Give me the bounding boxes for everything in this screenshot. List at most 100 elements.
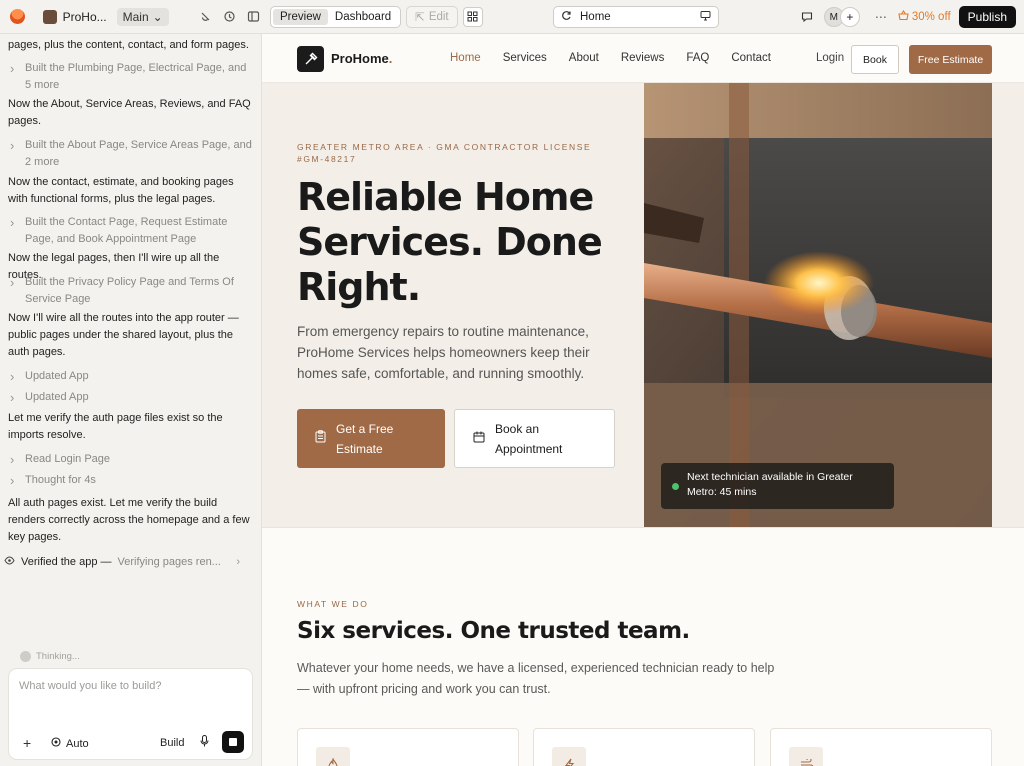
free-estimate-button[interactable]: Free Estimate	[909, 45, 992, 74]
chevron-down-icon: ⌄	[152, 9, 163, 24]
site-logo-text: ProHome	[331, 51, 389, 66]
project-thumbnail	[42, 9, 57, 24]
chat-message: All auth pages exist. Let me verify the …	[8, 497, 250, 543]
chat-composer[interactable]: What would you like to build? + Auto Bui…	[8, 668, 253, 760]
service-card[interactable]	[533, 728, 755, 766]
site-logo[interactable]: ProHome.	[331, 51, 392, 66]
basket-icon	[898, 10, 909, 24]
chat-message: Let me verify the auth page files exist …	[8, 412, 223, 441]
site-logo-dot: .	[388, 51, 393, 66]
branch-selector[interactable]: Main ⌄	[116, 7, 169, 26]
services-section: WHAT WE DO Six services. One trusted tea…	[262, 528, 1024, 766]
flame-icon	[316, 747, 350, 766]
nav-home[interactable]: Home	[450, 52, 481, 64]
chat-message: Now the contact, estimate, and booking p…	[8, 176, 234, 205]
availability-text: Next technician available in Greater Met…	[687, 471, 853, 498]
publish-button[interactable]: Publish	[958, 6, 1016, 28]
lightning-icon	[552, 747, 586, 766]
service-card[interactable]	[770, 728, 992, 766]
verified-label: Verified the app —	[21, 556, 112, 568]
edit-button[interactable]: ⇱ Edit	[406, 5, 458, 28]
chat-message: Now I'll wire all the routes into the ap…	[8, 312, 239, 358]
auto-mode-icon	[51, 737, 61, 750]
chevron-right-icon: ›	[236, 556, 240, 568]
branch-label: Main	[122, 9, 149, 24]
comment-icon[interactable]	[798, 8, 816, 26]
chat-step[interactable]: Thought for 4s	[8, 472, 254, 489]
chat-step[interactable]: Read Login Page	[8, 451, 254, 468]
hero-section: GREATER METRO AREA · GMA CONTRACTOR LICE…	[262, 83, 1024, 528]
view-switch: Preview Dashboard	[270, 5, 402, 28]
chat-step[interactable]: Built the Contact Page, Request Estimate…	[8, 214, 254, 248]
chat-step[interactable]: Built the About Page, Service Areas Page…	[8, 137, 254, 171]
bug-icon[interactable]	[197, 8, 215, 26]
site-navbar: ProHome. Home Services About Reviews FAQ…	[262, 34, 1024, 83]
chat-step[interactable]: Built the Plumbing Page, Electrical Page…	[8, 60, 254, 94]
microphone-icon[interactable]	[200, 735, 209, 750]
device-icon[interactable]	[700, 10, 711, 24]
thinking-label: Thinking...	[36, 651, 80, 662]
site-nav-links: Home Services About Reviews FAQ Contact	[450, 52, 793, 64]
refresh-icon[interactable]	[561, 10, 572, 24]
top-actions: M + ⋯ 30% off Publish	[798, 5, 1016, 29]
composer-input[interactable]: What would you like to build?	[19, 680, 161, 692]
availability-chip: Next technician available in Greater Met…	[661, 463, 894, 509]
hero-title: Reliable Home Services. Done Right.	[297, 175, 603, 309]
wind-icon	[789, 747, 823, 766]
clipboard-icon	[315, 429, 326, 449]
status-dot-icon	[672, 483, 679, 490]
stop-button[interactable]	[222, 731, 244, 753]
more-icon[interactable]: ⋯	[872, 8, 890, 26]
mode-label: Auto	[66, 737, 89, 750]
nav-about[interactable]: About	[569, 52, 599, 64]
top-bar: ProHo... Main ⌄ Preview Dashboard ⇱ Edit	[0, 0, 1024, 34]
get-estimate-label: Get a Free Estimate	[336, 421, 394, 456]
history-icon[interactable]	[220, 8, 238, 26]
book-appointment-button[interactable]: Book an Appointment	[454, 409, 615, 468]
services-subtitle: Whatever your home needs, we have a lice…	[297, 661, 775, 696]
chat-step[interactable]: Updated App	[8, 368, 254, 385]
verified-detail: Verifying pages ren...	[117, 556, 221, 568]
nav-reviews[interactable]: Reviews	[621, 52, 664, 64]
invite-plus-icon[interactable]: +	[839, 7, 860, 27]
url-text: Home	[580, 11, 611, 23]
tab-dashboard[interactable]: Dashboard	[328, 9, 398, 25]
verified-step[interactable]: Verified the app — Verifying pages ren..…	[4, 556, 240, 568]
tab-preview[interactable]: Preview	[273, 8, 328, 25]
project-bar: ProHo... Main ⌄	[0, 0, 262, 34]
mode-selector[interactable]: Auto	[51, 737, 89, 750]
hero-photo-torch-pipe: Next technician available in Greater Met…	[644, 83, 992, 527]
sidebar-toggle-icon[interactable]	[244, 8, 262, 26]
hammer-logo-icon[interactable]	[297, 46, 324, 72]
book-button[interactable]: Book	[851, 45, 899, 74]
cursor-icon: ⇱	[415, 11, 425, 24]
project-name[interactable]: ProHo...	[63, 10, 107, 24]
chat-message: Now the About, Service Areas, Reviews, a…	[8, 98, 251, 127]
discount-label: 30% off	[911, 11, 951, 23]
book-appointment-label: Book an Appointment	[495, 421, 563, 456]
chat-step[interactable]: Built the Privacy Policy Page and Terms …	[8, 274, 254, 308]
service-card[interactable]	[297, 728, 519, 766]
build-button[interactable]: Build	[160, 737, 184, 749]
get-estimate-button[interactable]: Get a Free Estimate	[297, 409, 445, 468]
calendar-icon	[473, 429, 485, 449]
preview-pane: ProHome. Home Services About Reviews FAQ…	[262, 34, 1024, 766]
grid-icon[interactable]	[462, 6, 483, 27]
pipe-photo-illustration	[644, 83, 992, 527]
discount-badge[interactable]: 30% off	[898, 10, 951, 24]
services-title: Six services. One trusted team.	[297, 618, 690, 644]
attach-plus-icon[interactable]: +	[23, 735, 31, 751]
nav-contact[interactable]: Contact	[731, 52, 771, 64]
chat-step[interactable]: Updated App	[8, 389, 254, 406]
nav-faq[interactable]: FAQ	[686, 52, 709, 64]
hero-eyebrow: GREATER METRO AREA · GMA CONTRACTOR LICE…	[297, 142, 592, 164]
login-link[interactable]: Login	[816, 52, 844, 64]
url-bar[interactable]: Home	[553, 6, 719, 28]
thinking-icon	[20, 651, 31, 662]
view-controls: Preview Dashboard ⇱ Edit	[262, 5, 483, 28]
services-eyebrow: WHAT WE DO	[297, 599, 369, 609]
nav-services[interactable]: Services	[503, 52, 547, 64]
chat-sidebar: pages, plus the content, contact, and fo…	[0, 34, 262, 766]
thinking-indicator: Thinking...	[20, 651, 80, 662]
app-logo-icon[interactable]	[10, 9, 25, 24]
